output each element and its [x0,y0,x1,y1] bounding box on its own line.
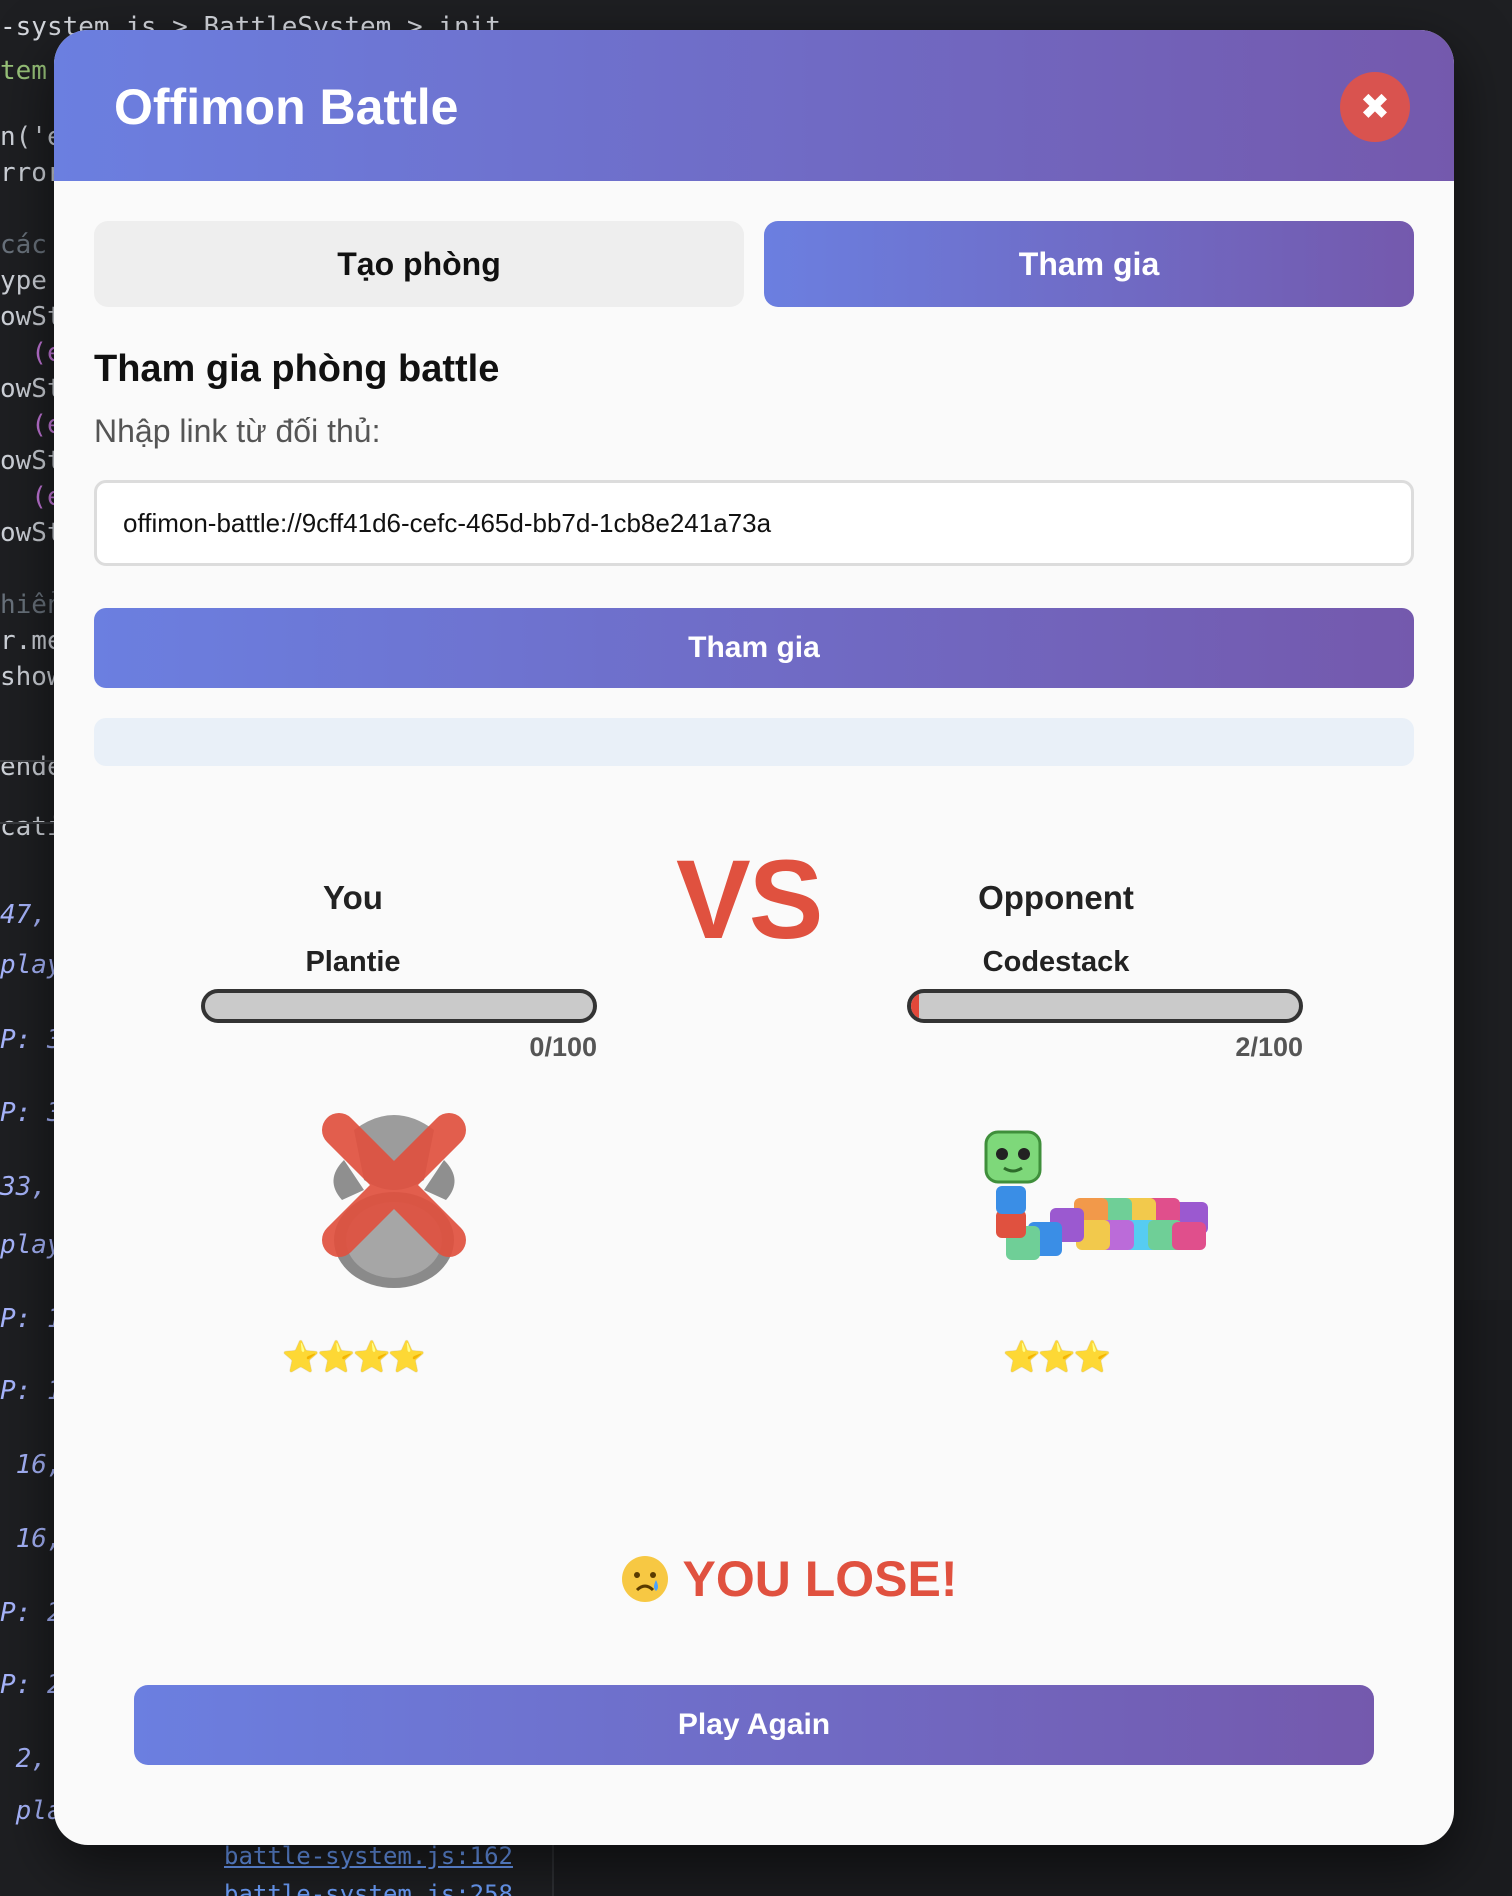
modal-title: Offimon Battle [114,79,459,135]
room-tabs: Tạo phòng Tham gia [94,221,1414,307]
tab-create-room[interactable]: Tạo phòng [94,221,744,307]
player-hp-bar [201,989,597,1023]
code-line: các [0,230,47,260]
player-hp-text: 0/100 [529,1032,597,1062]
caterpillar-monster-image [984,1130,1208,1260]
battle-link-input[interactable] [94,480,1414,566]
opponent-label: Opponent [978,879,1134,916]
player-monster-name: Plantie [305,946,401,978]
player-monster-sprite [314,1090,474,1290]
console-source-link[interactable]: battle-system.js:258 [224,1880,513,1896]
opponent-rarity-stars: ⭐⭐⭐ [1002,1341,1111,1374]
fainted-monster-image [322,1113,466,1288]
player-rarity-stars: ⭐⭐⭐⭐ [282,1341,425,1374]
opponent-hp-text: 2/100 [1235,1032,1303,1062]
opponent-monster-sprite [984,1128,1224,1268]
join-button[interactable]: Tham gia [94,608,1414,688]
result-text: YOU LOSE! [682,1551,958,1607]
vs-label: VS [676,837,823,962]
close-icon: ✖ [1359,86,1391,127]
player-label: You [323,879,383,916]
play-again-button[interactable]: Play Again [134,1685,1374,1765]
modal-header: Offimon Battle ✖ [54,30,1454,181]
console-source-link[interactable]: battle-system.js:162 [224,1842,513,1870]
opponent-hp-bar [907,989,1303,1023]
close-button[interactable]: ✖ [1340,72,1410,142]
code-line: ype [0,266,47,296]
crying-face-icon [622,1556,669,1602]
status-message-box [94,718,1414,766]
code-line: tem [0,56,47,86]
opponent-hp-fill [911,993,919,1019]
opponent-monster-name: Codestack [982,946,1130,978]
tab-join-room[interactable]: Tham gia [764,221,1414,307]
battle-result: YOU LOSE! [590,1550,990,1608]
battle-modal: Offimon Battle ✖ Tạo phòng Tham gia Tham… [54,30,1454,1845]
link-field-label: Nhập link từ đối thủ: [94,413,381,449]
section-title: Tham gia phòng battle [94,348,500,390]
